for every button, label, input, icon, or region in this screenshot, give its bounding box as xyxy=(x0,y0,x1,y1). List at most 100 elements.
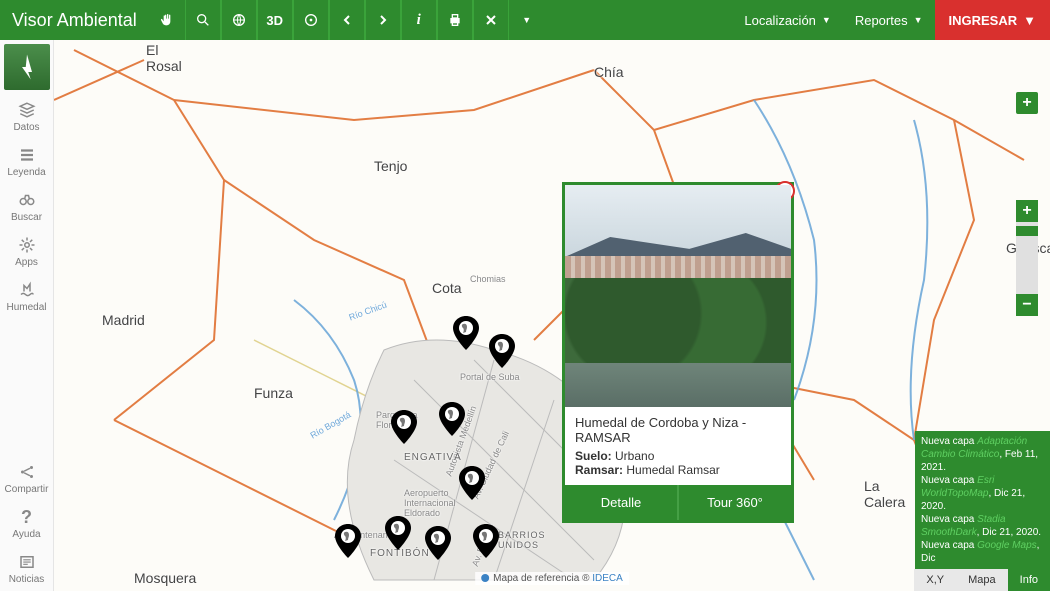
left-sidebar: Datos Leyenda Buscar Apps Humedal Compar… xyxy=(0,40,54,591)
map-label-madrid: Madrid xyxy=(102,312,145,328)
nav-label: Apps xyxy=(15,257,38,268)
wetland-pin[interactable] xyxy=(439,402,465,436)
map-label-chomias: Chomias xyxy=(470,274,506,284)
map-label-lacalera: La Calera xyxy=(864,478,905,510)
map-label-engativa: ENGATIVÁ xyxy=(404,452,462,463)
zoom-out-button[interactable]: − xyxy=(1016,294,1038,316)
nav-label: Leyenda xyxy=(7,167,45,178)
wetland-pin[interactable] xyxy=(453,316,479,350)
globe-button[interactable] xyxy=(221,0,257,40)
popup-field-key: Suelo: xyxy=(575,449,612,463)
caret-icon: ▼ xyxy=(822,15,831,25)
layers-icon xyxy=(2,100,52,120)
map-label-barrios: BARRIOS UNIDOS xyxy=(498,530,546,550)
zoom-slider-track[interactable] xyxy=(1016,222,1038,294)
tab-info[interactable]: Info xyxy=(1008,569,1050,591)
wetland-pin[interactable] xyxy=(385,516,411,550)
zoom-slider-thumb[interactable] xyxy=(1016,226,1038,236)
wetland-icon xyxy=(2,280,52,300)
zoom-button[interactable] xyxy=(185,0,221,40)
sidebar-item-noticias[interactable]: Noticias xyxy=(0,546,54,591)
nav-label: Noticias xyxy=(9,574,45,585)
3d-button[interactable]: 3D xyxy=(257,0,293,40)
sidebar-item-apps[interactable]: Apps xyxy=(0,229,54,274)
news-item: Nueva capa Google Maps, Dic xyxy=(921,539,1044,565)
news-item: Nueva capa Esri WorldTopoMap, Dic 21, 20… xyxy=(921,474,1044,513)
login-label: INGRESAR xyxy=(949,13,1018,28)
wetland-pin[interactable] xyxy=(459,466,485,500)
top-toolbar: Visor Ambiental 3D i ▼ Localización ▼ Rep… xyxy=(0,0,1050,40)
caret-icon: ▼ xyxy=(1023,13,1036,28)
hand-tool-button[interactable] xyxy=(149,0,185,40)
nav-label: Ayuda xyxy=(12,529,40,540)
popup-title: Humedal de Cordoba y Niza - RAMSAR xyxy=(565,407,791,449)
wetland-pin[interactable] xyxy=(489,334,515,368)
sidebar-item-humedal[interactable]: Humedal xyxy=(0,274,54,319)
nav-label: Humedal xyxy=(6,302,46,313)
sidebar-item-datos[interactable]: Datos xyxy=(0,94,54,139)
map-label-aeropuerto: Aeropuerto Internacional Eldorado xyxy=(404,488,456,518)
map-label-portalsuba: Portal de Suba xyxy=(460,372,520,382)
login-button[interactable]: INGRESAR ▼ xyxy=(935,0,1050,40)
add-layer-button[interactable]: + xyxy=(1016,92,1038,114)
attribution-text: Mapa de referencia ® xyxy=(493,573,592,584)
popup-body: Suelo: Urbano Ramsar: Humedal Ramsar xyxy=(565,449,791,485)
tab-mapa[interactable]: Mapa xyxy=(956,569,1008,591)
bottom-tabs: X,Y Mapa Info xyxy=(914,569,1050,591)
news-link[interactable]: Google Maps xyxy=(977,540,1036,551)
map-label-rosal: El Rosal xyxy=(146,42,182,74)
nav-label: Buscar xyxy=(11,212,42,223)
sidebar-item-leyenda[interactable]: Leyenda xyxy=(0,139,54,184)
caret-icon: ▼ xyxy=(914,15,923,25)
wetland-pin[interactable] xyxy=(473,524,499,558)
news-item: Nueva capa Adaptación Cambio Climático, … xyxy=(921,435,1044,474)
popup-field-value: Humedal Ramsar xyxy=(626,463,719,477)
wetland-pin[interactable] xyxy=(425,526,451,560)
popup-detalle-button[interactable]: Detalle xyxy=(565,485,677,520)
map-label-funza: Funza xyxy=(254,385,293,401)
popup-field-value: Urbano xyxy=(615,449,654,463)
localizacion-label: Localización xyxy=(744,13,816,28)
app-logo xyxy=(4,44,50,90)
map-label-mosquera: Mosquera xyxy=(134,570,196,586)
news-icon xyxy=(2,552,52,572)
nav-label: Compartir xyxy=(5,484,49,495)
localizacion-dropdown[interactable]: Localización ▼ xyxy=(732,0,842,40)
more-dropdown[interactable]: ▼ xyxy=(509,0,545,40)
news-item: Nueva capa Stadia SmoothDark, Dic 21, 20… xyxy=(921,513,1044,539)
sidebar-item-ayuda[interactable]: ?Ayuda xyxy=(0,501,54,546)
attribution-dot-icon xyxy=(481,574,489,582)
gear-icon xyxy=(2,235,52,255)
nav-label: Datos xyxy=(13,122,39,133)
app-brand: Visor Ambiental xyxy=(0,10,149,31)
forward-button[interactable] xyxy=(365,0,401,40)
sidebar-item-compartir[interactable]: Compartir xyxy=(0,456,54,501)
print-button[interactable] xyxy=(437,0,473,40)
share-icon xyxy=(2,462,52,482)
sidebar-item-buscar[interactable]: Buscar xyxy=(0,184,54,229)
legend-icon xyxy=(2,145,52,165)
back-button[interactable] xyxy=(329,0,365,40)
reportes-label: Reportes xyxy=(855,13,908,28)
feature-popup: ✕ Humedal de Cordoba y Niza - RAMSAR Sue… xyxy=(562,182,794,523)
popup-tour-button[interactable]: Tour 360° xyxy=(677,485,791,520)
popup-buttons: Detalle Tour 360° xyxy=(565,485,791,520)
zoom-in-button[interactable]: + xyxy=(1016,200,1038,222)
popup-image xyxy=(565,185,791,407)
zoom-control: + − xyxy=(1016,200,1038,316)
tab-xy[interactable]: X,Y xyxy=(914,569,956,591)
news-panel: Nueva capa Adaptación Cambio Climático, … xyxy=(915,431,1050,569)
map-attribution: Mapa de referencia ® IDECA xyxy=(475,572,629,585)
identify-button[interactable] xyxy=(293,0,329,40)
map-label-tenjo: Tenjo xyxy=(374,158,407,174)
map-label-chia: Chía xyxy=(594,64,624,80)
tools-button[interactable] xyxy=(473,0,509,40)
reportes-dropdown[interactable]: Reportes ▼ xyxy=(843,0,935,40)
binoculars-icon xyxy=(2,190,52,210)
map-canvas[interactable]: El Rosal Tenjo Chía Cota Madrid Funza Gu… xyxy=(54,40,1050,591)
popup-field-key: Ramsar: xyxy=(575,463,623,477)
attribution-link[interactable]: IDECA xyxy=(592,573,623,584)
info-button[interactable]: i xyxy=(401,0,437,40)
wetland-pin[interactable] xyxy=(391,410,417,444)
wetland-pin-selected[interactable] xyxy=(335,524,361,558)
